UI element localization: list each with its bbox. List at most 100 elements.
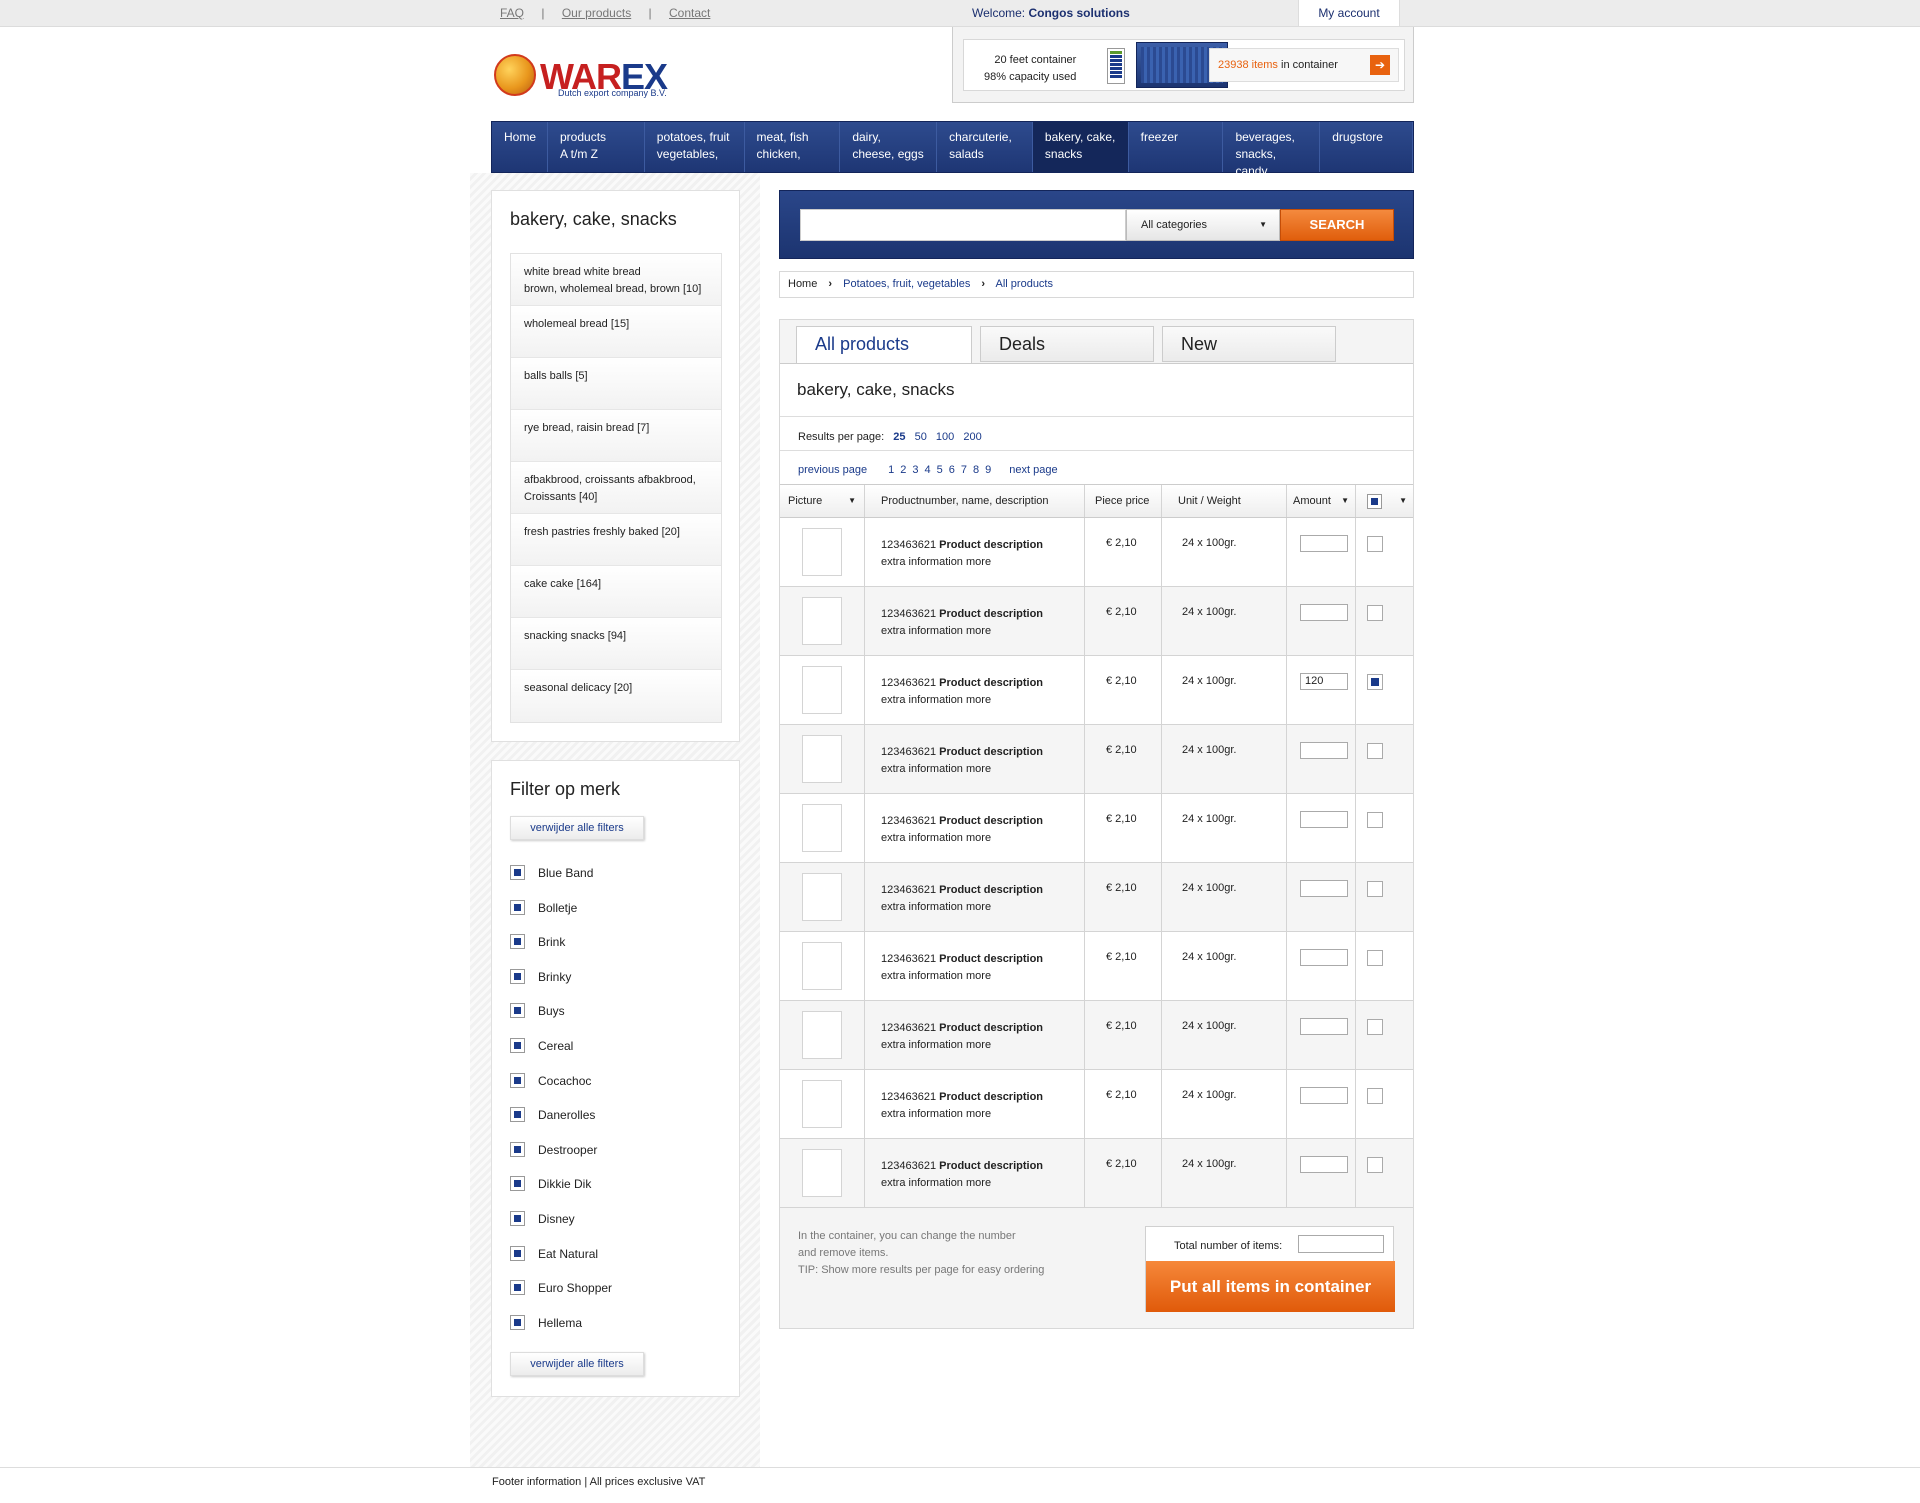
nav-item-1[interactable]: products A t/m Z (548, 122, 645, 172)
product-image[interactable] (802, 873, 842, 921)
product-image[interactable] (802, 597, 842, 645)
next-page-link[interactable]: next page (1009, 464, 1057, 476)
select-all-checkbox[interactable] (1367, 494, 1382, 509)
tab-deals[interactable]: Deals (980, 326, 1154, 362)
category-item[interactable]: balls balls [5] (511, 358, 721, 410)
amount-input[interactable] (1300, 949, 1348, 966)
nav-item-0[interactable]: Home (492, 122, 548, 172)
row-checkbox[interactable] (1367, 674, 1383, 690)
amount-input[interactable] (1300, 880, 1348, 897)
amount-input[interactable] (1300, 1087, 1348, 1104)
page-link[interactable]: 7 (961, 464, 967, 476)
brand-checkbox[interactable] (510, 1245, 525, 1261)
our-products-link[interactable]: Our products (562, 6, 631, 20)
row-checkbox[interactable] (1367, 536, 1383, 552)
breadcrumb-level2[interactable]: All products (996, 278, 1053, 290)
contact-link[interactable]: Contact (669, 6, 710, 20)
more-link[interactable]: more (966, 763, 991, 775)
amount-input[interactable] (1300, 604, 1348, 621)
page-link[interactable]: 1 (888, 464, 894, 476)
more-link[interactable]: more (966, 901, 991, 913)
brand-checkbox[interactable] (510, 1141, 525, 1157)
brand-checkbox[interactable] (510, 865, 525, 880)
page-link[interactable]: 8 (973, 464, 979, 476)
brand-checkbox[interactable] (510, 1072, 525, 1088)
brand-checkbox[interactable] (510, 934, 525, 950)
search-input[interactable] (800, 209, 1126, 241)
category-item[interactable]: cake cake [164] (511, 566, 721, 618)
more-link[interactable]: more (966, 970, 991, 982)
nav-item-4[interactable]: dairy, cheese, eggs (840, 122, 938, 172)
row-checkbox[interactable] (1367, 743, 1383, 759)
nav-item-9[interactable]: drugstore (1320, 122, 1414, 172)
per-page-100[interactable]: 100 (936, 431, 954, 443)
product-image[interactable] (802, 666, 842, 714)
more-link[interactable]: more (966, 1108, 991, 1120)
more-link[interactable]: more (966, 556, 991, 568)
arrow-right-icon[interactable]: ➔ (1370, 55, 1390, 75)
more-link[interactable]: more (966, 694, 991, 706)
product-image[interactable] (802, 942, 842, 990)
container-type-link[interactable]: 20 feet container (994, 54, 1076, 66)
amount-input[interactable] (1300, 1018, 1348, 1035)
warex-logo[interactable]: WAREX Dutch export company B.V. (490, 50, 680, 100)
product-image[interactable] (802, 735, 842, 783)
per-page-50[interactable]: 50 (915, 431, 927, 443)
category-item[interactable]: seasonal delicacy [20] (511, 670, 721, 722)
nav-item-7[interactable]: freezer (1129, 122, 1224, 172)
amount-input[interactable] (1300, 811, 1348, 828)
row-checkbox[interactable] (1367, 605, 1383, 621)
category-item[interactable]: afbakbrood, croissants afbakbrood, Croiss… (511, 462, 721, 514)
amount-input[interactable] (1300, 1156, 1348, 1173)
remove-filters-button-bottom[interactable]: verwijder alle filters (510, 1352, 644, 1376)
brand-checkbox[interactable] (510, 1003, 525, 1019)
items-count-link[interactable]: 23938 items (1218, 59, 1278, 71)
my-account-button[interactable]: My account (1298, 0, 1400, 27)
category-item[interactable]: fresh pastries freshly baked [20] (511, 514, 721, 566)
product-image[interactable] (802, 1011, 842, 1059)
row-checkbox[interactable] (1367, 812, 1383, 828)
amount-input[interactable] (1300, 742, 1348, 759)
faq-link[interactable]: FAQ (500, 6, 524, 20)
row-checkbox[interactable] (1367, 1157, 1383, 1173)
header-select-all[interactable]: ▼ (1356, 485, 1413, 517)
header-picture[interactable]: Picture ▼ (780, 485, 865, 517)
row-checkbox[interactable] (1367, 1088, 1383, 1104)
search-button[interactable]: SEARCH (1280, 209, 1394, 241)
product-image[interactable] (802, 804, 842, 852)
more-link[interactable]: more (966, 1177, 991, 1189)
product-image[interactable] (802, 1080, 842, 1128)
remove-filters-button[interactable]: verwijder alle filters (510, 816, 644, 840)
more-link[interactable]: more (966, 832, 991, 844)
nav-item-6[interactable]: bakery, cake, snacks (1032, 122, 1129, 172)
breadcrumb-level1[interactable]: Potatoes, fruit, vegetables (843, 278, 970, 290)
page-link[interactable]: 6 (949, 464, 955, 476)
tab-all-products[interactable]: All products (796, 326, 972, 364)
brand-checkbox[interactable] (510, 1176, 525, 1192)
category-item[interactable]: snacking snacks [94] (511, 618, 721, 670)
per-page-25[interactable]: 25 (893, 431, 905, 443)
previous-page-link[interactable]: previous page (798, 464, 867, 476)
nav-item-3[interactable]: meat, fish chicken, (745, 122, 841, 172)
brand-checkbox[interactable] (510, 1038, 525, 1053)
category-item[interactable]: rye bread, raisin bread [7] (511, 410, 721, 462)
amount-input[interactable]: 120 (1300, 673, 1348, 690)
total-items-input[interactable] (1298, 1235, 1384, 1253)
product-image[interactable] (802, 1149, 842, 1197)
brand-checkbox[interactable] (510, 899, 525, 915)
nav-item-8[interactable]: beverages, snacks, candy (1223, 122, 1321, 178)
row-checkbox[interactable] (1367, 950, 1383, 966)
page-link[interactable]: 5 (937, 464, 943, 476)
category-item[interactable]: wholemeal bread [15] (511, 306, 721, 358)
row-checkbox[interactable] (1367, 881, 1383, 897)
brand-checkbox[interactable] (510, 1314, 525, 1330)
more-link[interactable]: more (966, 1039, 991, 1051)
category-select[interactable]: All categories ▼ (1126, 209, 1280, 241)
breadcrumb-home[interactable]: Home (788, 278, 817, 290)
page-link[interactable]: 3 (912, 464, 918, 476)
header-amount[interactable]: Amount ▼ (1287, 485, 1356, 517)
page-link[interactable]: 2 (900, 464, 906, 476)
brand-checkbox[interactable] (510, 1211, 525, 1226)
nav-item-2[interactable]: potatoes, fruit vegetables, (645, 122, 745, 172)
per-page-200[interactable]: 200 (963, 431, 981, 443)
